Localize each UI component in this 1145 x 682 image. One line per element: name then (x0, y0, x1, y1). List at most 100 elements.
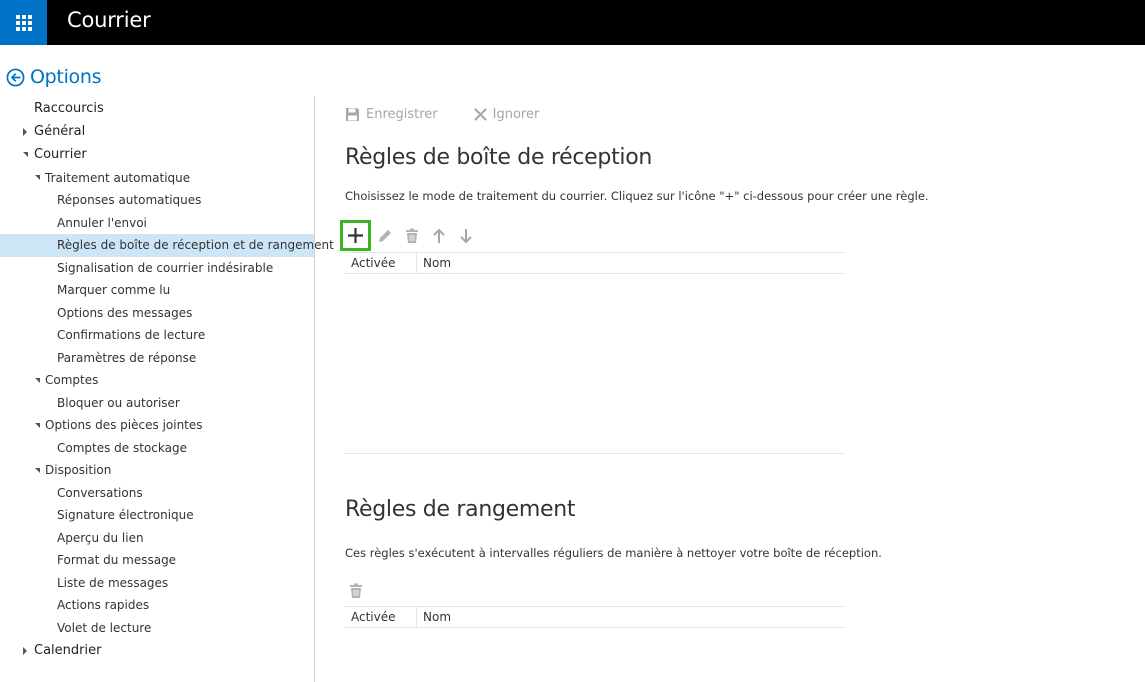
app-launcher-button[interactable] (0, 0, 47, 45)
nav-item-general[interactable]: Général (0, 120, 314, 143)
nav-label: Général (34, 124, 86, 139)
nav-label: Options des pièces jointes (45, 418, 203, 433)
app-title: Courrier (67, 8, 151, 32)
column-header-name[interactable]: Nom (417, 607, 451, 627)
options-nav: Raccourcis Général Courrier Traitement a… (0, 96, 334, 663)
options-title: Options (30, 66, 102, 88)
nav-label: Courrier (34, 147, 87, 163)
nav-label: Actions rapides (57, 598, 150, 613)
nav-label: Confirmations de lecture (57, 328, 206, 343)
add-rule-button[interactable] (340, 220, 371, 251)
inbox-rules-table: Activée Nom (345, 252, 845, 274)
options-back-link[interactable]: Options (6, 66, 102, 88)
nav-item-reply-settings[interactable]: Paramètres de réponse (0, 347, 314, 370)
table-header: Activée Nom (345, 252, 845, 274)
nav-label: Règles de boîte de réception et de range… (57, 238, 334, 253)
column-header-name[interactable]: Nom (417, 253, 451, 273)
save-button[interactable]: Enregistrer (345, 107, 438, 122)
nav-label: Signalisation de courrier indésirable (57, 260, 274, 275)
waffle-icon (15, 14, 32, 31)
nav-item-message-format[interactable]: Format du message (0, 549, 314, 572)
save-icon (345, 107, 360, 122)
nav-item-mark-read[interactable]: Marquer comme lu (0, 279, 314, 302)
expand-arrow-icon[interactable] (23, 646, 27, 655)
move-down-button[interactable] (452, 222, 479, 249)
sweep-rules-table: Activée Nom (345, 606, 845, 628)
pencil-icon (378, 229, 391, 242)
trash-icon (350, 583, 362, 598)
command-bar: Enregistrer Ignorer (345, 107, 575, 122)
save-label: Enregistrer (366, 107, 438, 122)
column-header-enabled[interactable]: Activée (345, 253, 417, 273)
nav-label: Traitement automatique (45, 170, 191, 185)
nav-label: Bloquer ou autoriser (57, 395, 180, 410)
nav-item-layout[interactable]: Disposition (0, 459, 314, 482)
nav-item-junk[interactable]: Signalisation de courrier indésirable (0, 257, 314, 280)
plus-icon (348, 228, 363, 243)
sweep-rules-toolbar (345, 577, 372, 604)
nav-item-undo-send[interactable]: Annuler l'envoi (0, 212, 314, 235)
nav-label: Comptes de stockage (57, 440, 187, 455)
nav-label: Signature électronique (57, 508, 194, 523)
back-arrow-circle-icon (6, 68, 25, 86)
nav-item-message-options[interactable]: Options des messages (0, 302, 314, 325)
nav-label: Aperçu du lien (57, 530, 144, 545)
sweep-rules-title: Règles de rangement (345, 497, 576, 522)
nav-divider (314, 96, 315, 682)
edit-rule-button[interactable] (371, 222, 398, 249)
trash-icon (405, 228, 418, 243)
nav-item-attachment-options[interactable]: Options des pièces jointes (0, 414, 314, 437)
nav-item-reading-pane[interactable]: Volet de lecture (0, 617, 314, 640)
collapse-arrow-icon[interactable] (35, 467, 40, 473)
collapse-arrow-icon[interactable] (35, 422, 40, 428)
nav-item-mail[interactable]: Courrier (0, 143, 314, 167)
inbox-rules-toolbar (340, 220, 479, 251)
expand-arrow-icon[interactable] (23, 127, 27, 136)
nav-item-message-list[interactable]: Liste de messages (0, 572, 314, 595)
discard-label: Ignorer (492, 107, 540, 122)
nav-label: Options des messages (57, 305, 193, 320)
delete-sweep-rule-button[interactable] (345, 577, 372, 604)
move-up-button[interactable] (425, 222, 452, 249)
section-divider (345, 453, 845, 454)
nav-item-conversations[interactable]: Conversations (0, 482, 314, 505)
nav-label: Paramètres de réponse (57, 350, 197, 365)
close-icon (474, 108, 487, 121)
nav-label: Volet de lecture (57, 620, 152, 635)
nav-item-signature[interactable]: Signature électronique (0, 504, 314, 527)
nav-label: Raccourcis (34, 100, 104, 116)
nav-item-storage-accounts[interactable]: Comptes de stockage (0, 437, 314, 460)
nav-label: Calendrier (34, 643, 102, 659)
nav-item-accounts[interactable]: Comptes (0, 369, 314, 392)
nav-item-calendar[interactable]: Calendrier (0, 639, 314, 663)
nav-label: Comptes (45, 373, 99, 388)
inbox-rules-title: Règles de boîte de réception (345, 145, 653, 170)
top-bar: Courrier (0, 0, 1145, 45)
inbox-rules-description: Choisissez le mode de traitement du cour… (345, 189, 929, 203)
nav-label: Disposition (45, 463, 112, 478)
arrow-down-icon (459, 228, 472, 243)
nav-item-auto-replies[interactable]: Réponses automatiques (0, 189, 314, 212)
nav-item-read-receipts[interactable]: Confirmations de lecture (0, 324, 314, 347)
collapse-arrow-icon[interactable] (35, 175, 40, 181)
discard-button[interactable]: Ignorer (474, 107, 540, 122)
nav-label: Marquer comme lu (57, 283, 171, 298)
table-header: Activée Nom (345, 606, 845, 628)
sweep-rules-description: Ces règles s'exécutent à intervalles rég… (345, 546, 882, 560)
arrow-up-icon (432, 228, 445, 243)
nav-item-auto-processing[interactable]: Traitement automatique (0, 167, 314, 190)
nav-item-quick-actions[interactable]: Actions rapides (0, 594, 314, 617)
delete-rule-button[interactable] (398, 222, 425, 249)
nav-item-link-preview[interactable]: Aperçu du lien (0, 527, 314, 550)
column-header-enabled[interactable]: Activée (345, 607, 417, 627)
nav-label: Format du message (57, 553, 177, 568)
nav-label: Liste de messages (57, 575, 169, 590)
nav-item-inbox-rules[interactable]: Règles de boîte de réception et de range… (0, 234, 334, 257)
nav-label: Réponses automatiques (57, 193, 202, 208)
nav-item-shortcuts[interactable]: Raccourcis (0, 96, 314, 120)
nav-item-block-allow[interactable]: Bloquer ou autoriser (0, 392, 314, 415)
nav-label: Conversations (57, 485, 143, 500)
collapse-arrow-icon[interactable] (35, 377, 40, 383)
collapse-arrow-icon[interactable] (23, 152, 28, 158)
nav-label: Annuler l'envoi (57, 215, 147, 230)
